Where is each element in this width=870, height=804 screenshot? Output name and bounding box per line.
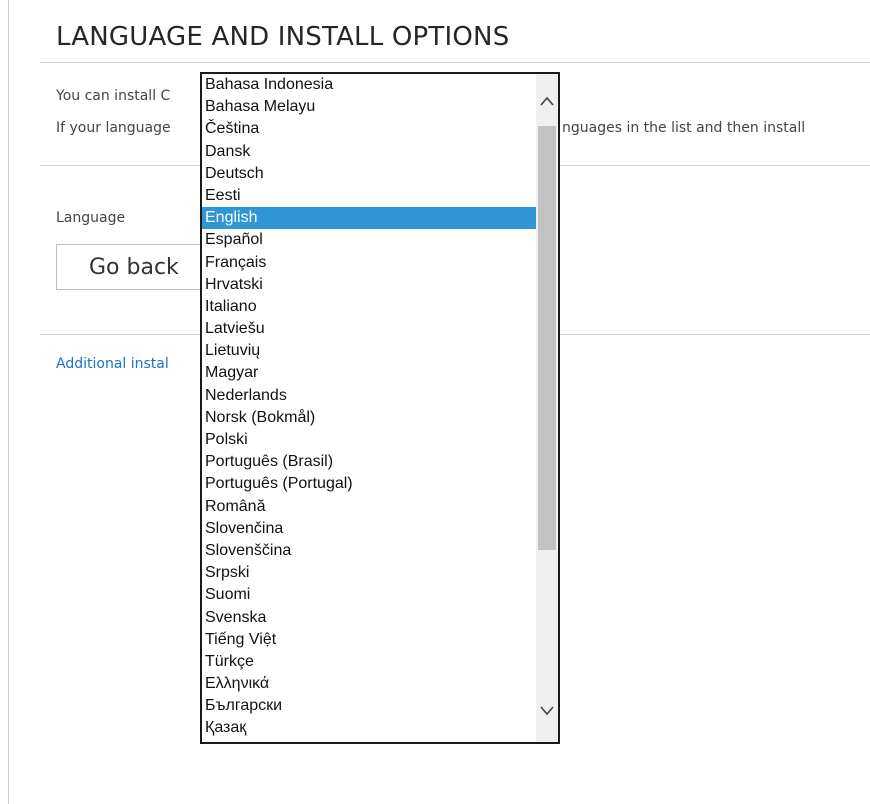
language-option[interactable]: Français	[202, 252, 536, 274]
language-option[interactable]: Ελληνικά	[202, 673, 536, 695]
additional-install-options-link[interactable]: Additional instal	[56, 356, 169, 372]
language-option[interactable]: Türkçe	[202, 651, 536, 673]
language-option[interactable]: Magyar	[202, 362, 536, 384]
page-title: LANGUAGE AND INSTALL OPTIONS	[56, 22, 510, 52]
language-options: Bahasa Indonesia Bahasa Melayu Čeština Dans…	[202, 74, 536, 742]
language-label: Language	[56, 210, 126, 226]
language-option[interactable]: Dansk	[202, 141, 536, 163]
language-option[interactable]: Português (Portugal)	[202, 473, 536, 495]
language-option[interactable]: Български	[202, 695, 536, 717]
language-option[interactable]: Polski	[202, 429, 536, 451]
language-option[interactable]: Português (Brasil)	[202, 451, 536, 473]
language-option[interactable]: Suomi	[202, 584, 536, 606]
language-option[interactable]: Deutsch	[202, 163, 536, 185]
language-option[interactable]: Nederlands	[202, 385, 536, 407]
scrollbar-thumb[interactable]	[538, 126, 556, 550]
language-option[interactable]: Eesti	[202, 185, 536, 207]
language-option[interactable]: Italiano	[202, 296, 536, 318]
language-option[interactable]: English	[202, 207, 536, 230]
description-line-2-right: nguages in the list and then install	[562, 120, 806, 136]
left-border	[8, 0, 9, 804]
language-option[interactable]: Srpski	[202, 562, 536, 584]
language-option[interactable]: Bahasa Melayu	[202, 96, 536, 118]
language-option[interactable]: Slovenščina	[202, 540, 536, 562]
language-option[interactable]: Norsk (Bokmål)	[202, 407, 536, 429]
language-option[interactable]: Lietuvių	[202, 340, 536, 362]
chevron-down-icon[interactable]	[536, 696, 558, 726]
divider	[40, 62, 870, 63]
language-option[interactable]: Қазақ	[202, 717, 536, 739]
language-option[interactable]: Svenska	[202, 607, 536, 629]
scrollbar[interactable]	[536, 74, 558, 742]
language-option[interactable]: Română	[202, 496, 536, 518]
language-option[interactable]: Tiếng Việt	[202, 629, 536, 651]
language-option[interactable]: Bahasa Indonesia	[202, 74, 536, 96]
language-option[interactable]: Čeština	[202, 118, 536, 140]
chevron-up-icon[interactable]	[536, 86, 558, 116]
language-option[interactable]: Slovenčina	[202, 518, 536, 540]
language-option[interactable]: Hrvatski	[202, 274, 536, 296]
description-line-1: You can install C	[56, 88, 171, 104]
description-line-2: If your language	[56, 120, 171, 136]
language-option[interactable]: Español	[202, 229, 536, 251]
language-option[interactable]: Latviešu	[202, 318, 536, 340]
language-dropdown-list[interactable]: Bahasa Indonesia Bahasa Melayu Čeština Dans…	[200, 72, 560, 744]
